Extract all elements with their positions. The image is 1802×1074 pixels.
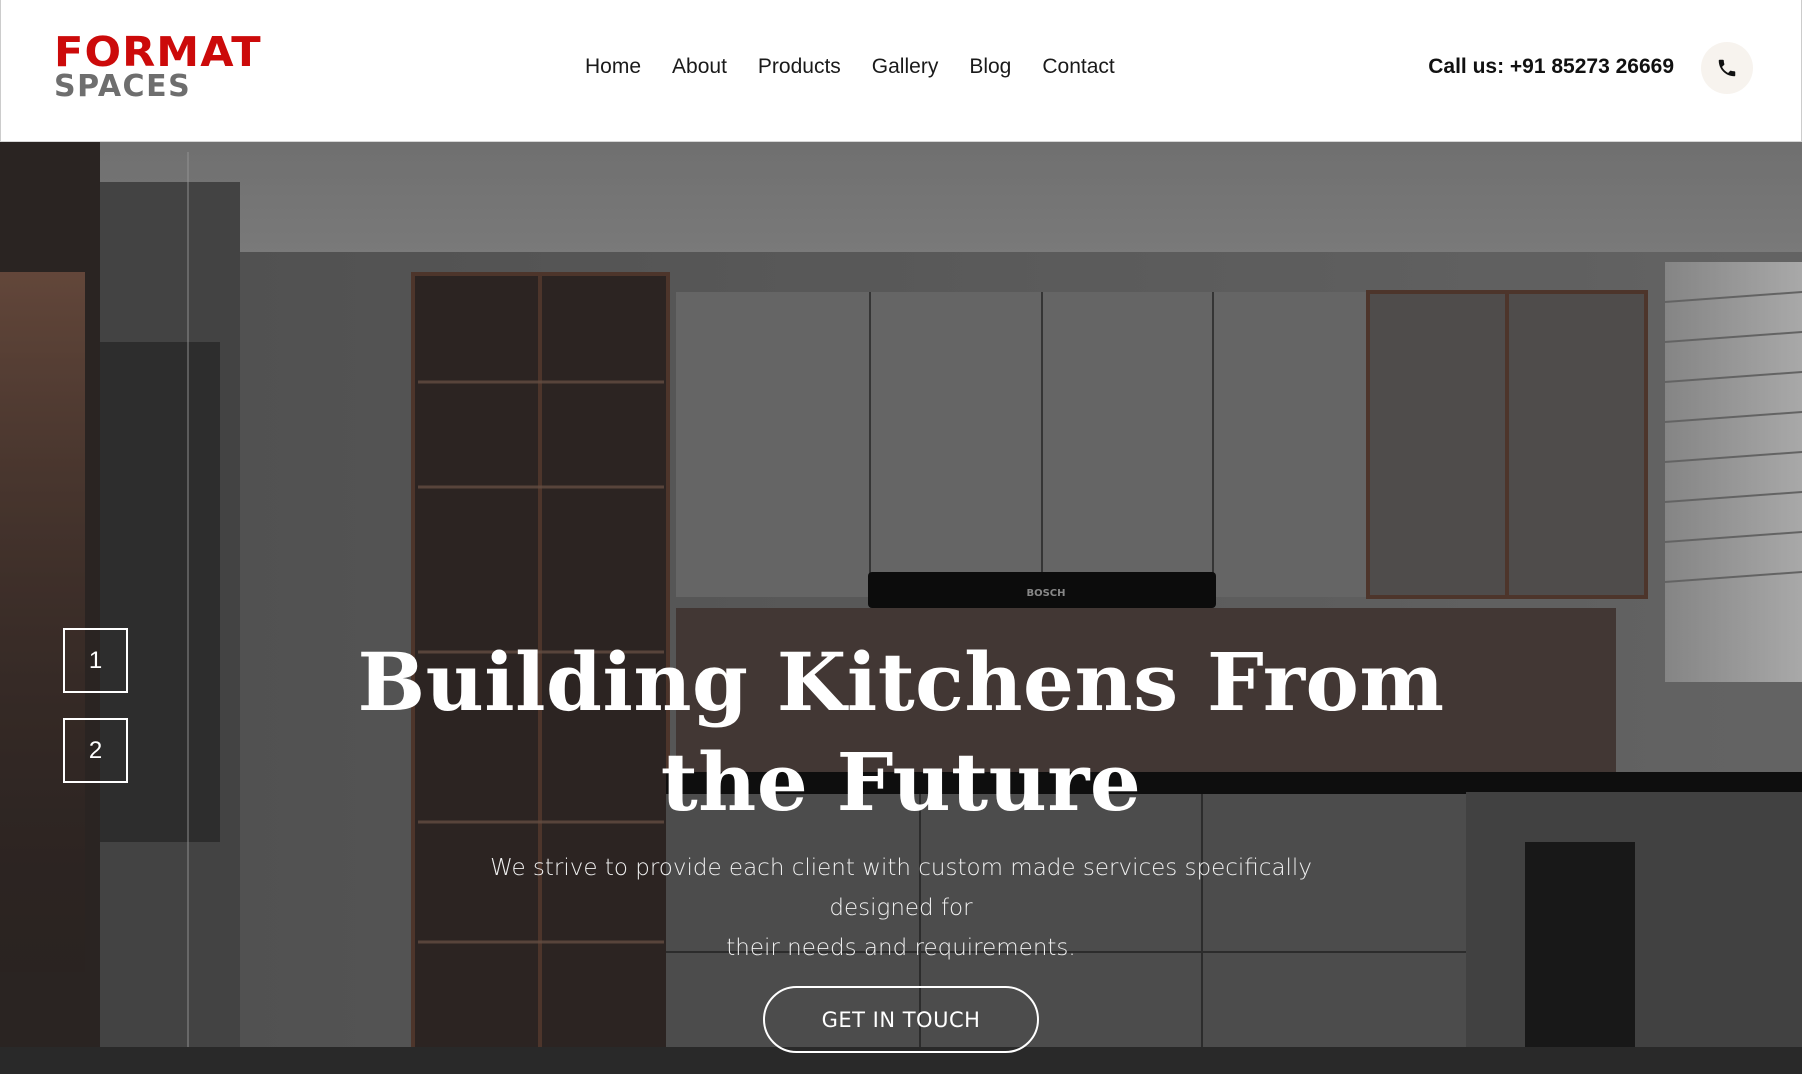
main-navigation: Home About Products Gallery Blog Contact xyxy=(585,55,1146,79)
nav-products-link[interactable]: Products xyxy=(758,55,841,79)
hero-heading-line-1: Building Kitchens From xyxy=(357,635,1445,729)
get-in-touch-button[interactable]: GET IN TOUCH xyxy=(763,986,1039,1053)
hero-subtitle-line-2: their needs and requirements. xyxy=(726,935,1076,961)
call-us-text[interactable]: Call us: +91 85273 26669 xyxy=(1428,55,1674,79)
hero-heading: Building Kitchens From the Future xyxy=(0,632,1802,832)
hero-subtitle: We strive to provide each client with cu… xyxy=(451,848,1351,968)
nav-about-link[interactable]: About xyxy=(672,55,727,79)
nav-contact-link[interactable]: Contact xyxy=(1042,55,1114,79)
hero-subtitle-line-1: We strive to provide each client with cu… xyxy=(490,855,1312,921)
nav-home-link[interactable]: Home xyxy=(585,55,641,79)
phone-icon xyxy=(1718,59,1736,77)
brand-logo[interactable]: FORMAT SPACES xyxy=(54,32,261,104)
logo-word-format: FORMAT xyxy=(54,28,262,76)
hero-section: BOSCH 1 2 Building Kitchens From the Fut… xyxy=(0,142,1802,1074)
call-button[interactable] xyxy=(1701,42,1753,94)
hero-heading-line-2: the Future xyxy=(660,735,1142,829)
logo-word-spaces: SPACES xyxy=(54,69,192,104)
site-header: FORMAT SPACES Home About Products Galler… xyxy=(0,0,1802,142)
nav-blog-link[interactable]: Blog xyxy=(969,55,1011,79)
nav-gallery-link[interactable]: Gallery xyxy=(872,55,939,79)
